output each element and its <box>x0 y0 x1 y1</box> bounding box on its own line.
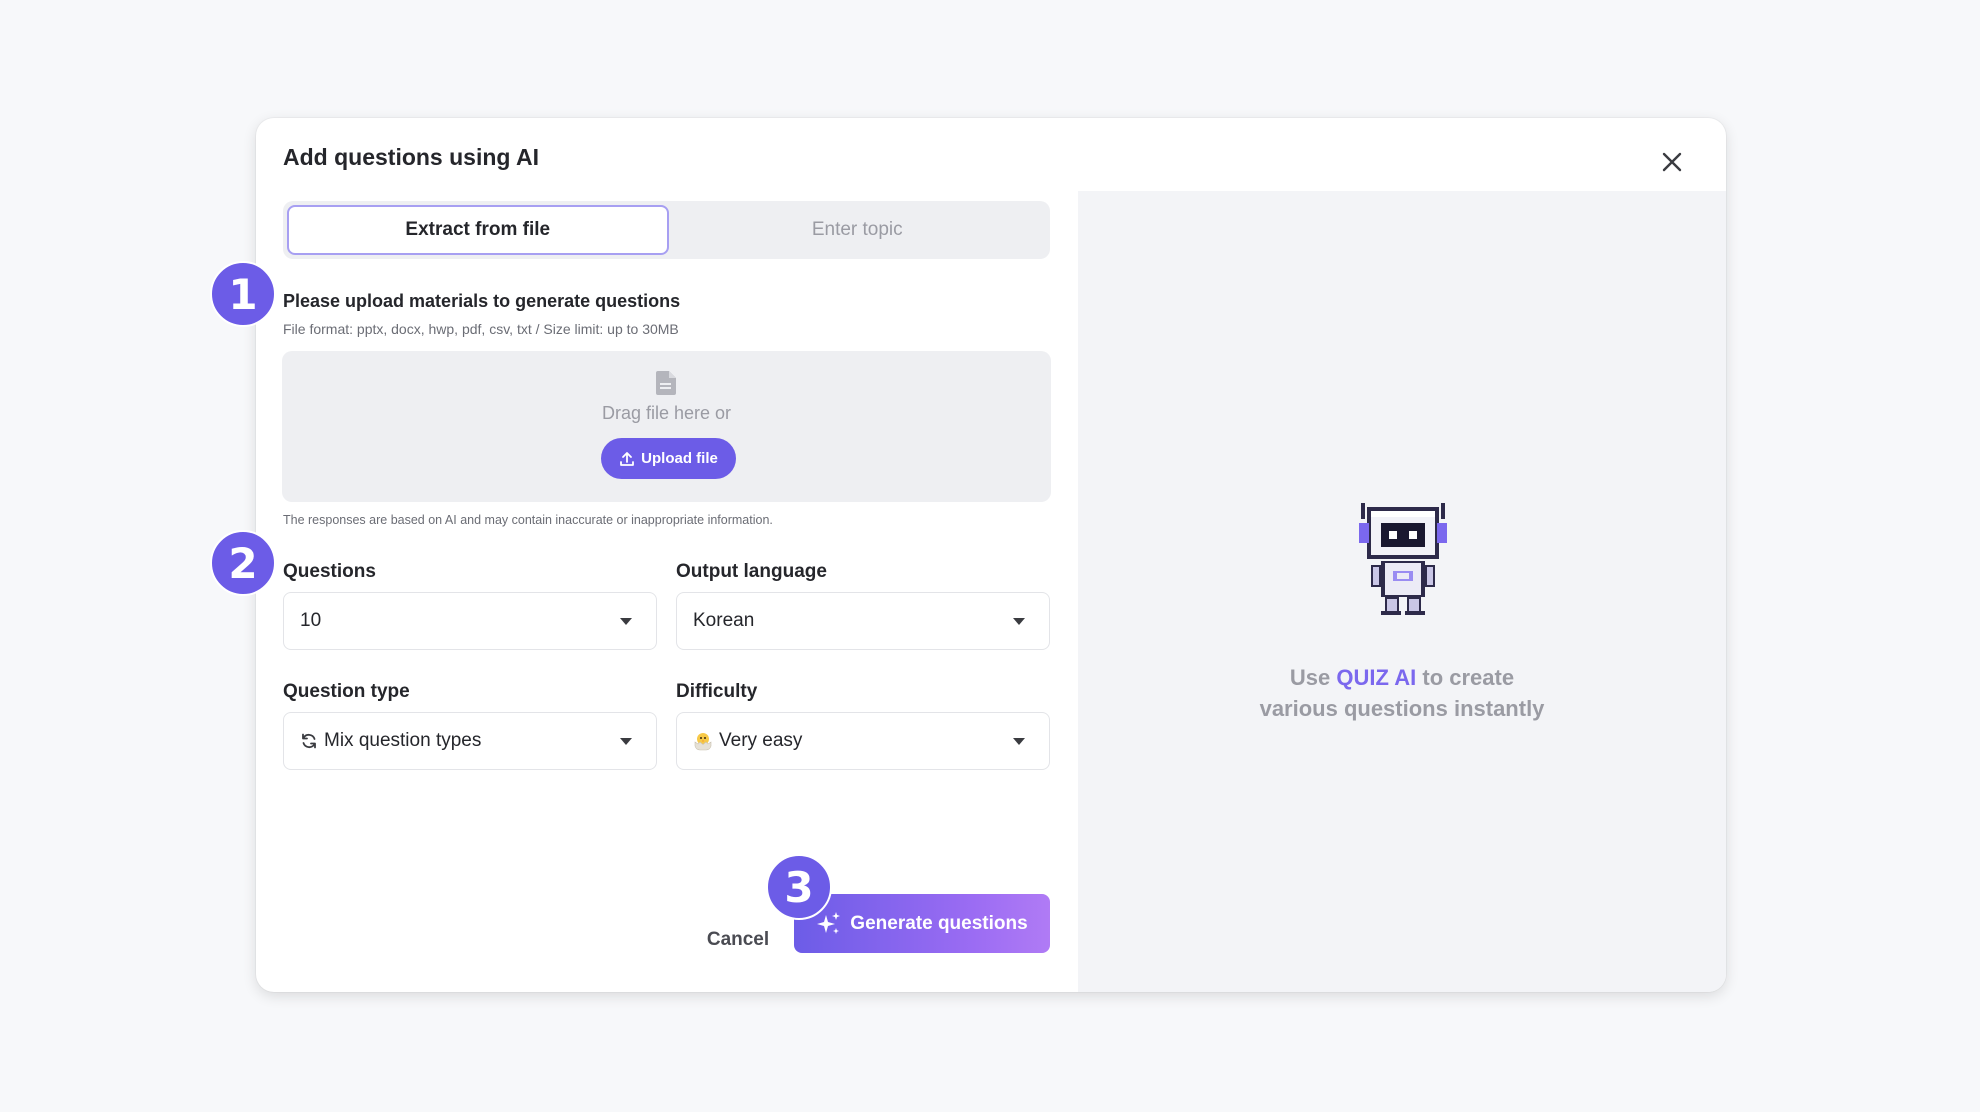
generate-questions-button[interactable]: Generate questions <box>794 894 1050 953</box>
questions-select[interactable]: 10 <box>283 592 657 650</box>
questions-label: Questions <box>283 561 376 582</box>
generate-questions-label: Generate questions <box>850 912 1028 934</box>
source-tabs: Extract from file Enter topic <box>283 201 1050 259</box>
question-type-select[interactable]: Mix question types <box>283 712 657 770</box>
refresh-icon <box>302 733 316 749</box>
upload-file-button[interactable]: Upload file <box>601 438 736 479</box>
promo-line-2: various questions instantly <box>1259 696 1545 721</box>
tab-extract-from-file[interactable]: Extract from file <box>287 205 669 255</box>
difficulty-label: Difficulty <box>676 681 758 702</box>
add-questions-dialog: Add questions using AI Extract from file… <box>256 118 1726 992</box>
step-badge-3: 3 <box>766 854 832 920</box>
output-language-value: Korean <box>693 610 755 631</box>
upload-file-label: Upload file <box>641 450 718 467</box>
chevron-down-icon <box>1013 617 1025 625</box>
upload-icon <box>620 451 635 466</box>
cancel-button[interactable]: Cancel <box>698 911 778 969</box>
difficulty-value: Very easy <box>719 730 803 751</box>
robot-mascot-icon <box>1359 503 1447 615</box>
sparkle-icon <box>817 911 841 934</box>
promo-text: Use QUIZ AI to create various questions … <box>1078 662 1726 724</box>
upload-section-title: Please upload materials to generate ques… <box>283 291 681 311</box>
difficulty-select[interactable]: Very easy <box>676 712 1050 770</box>
drag-file-text: Drag file here or <box>601 403 732 423</box>
upload-format-hint: File format: pptx, docx, hwp, pdf, csv, … <box>283 321 679 337</box>
promo-prefix: Use <box>1289 665 1337 690</box>
question-type-value: Mix question types <box>324 730 482 751</box>
step-badge-1: 1 <box>210 261 276 327</box>
chevron-down-icon <box>620 617 632 625</box>
dialog-title: Add questions using AI <box>283 144 539 170</box>
promo-suffix: to create <box>1416 665 1515 690</box>
ai-promo-panel: Use QUIZ AI to create various questions … <box>1078 191 1726 992</box>
tab-enter-topic[interactable]: Enter topic <box>669 205 1047 255</box>
hatching-chick-icon <box>694 733 712 751</box>
promo-brand: QUIZ AI <box>1336 665 1417 690</box>
file-icon <box>656 371 676 395</box>
question-type-label: Question type <box>283 681 410 702</box>
output-language-select[interactable]: Korean <box>676 592 1050 650</box>
close-button[interactable] <box>1658 148 1686 176</box>
chevron-down-icon <box>1013 737 1025 745</box>
ai-disclaimer: The responses are based on AI and may co… <box>283 513 773 527</box>
close-icon <box>1662 152 1682 172</box>
questions-value: 10 <box>300 610 322 631</box>
file-dropzone[interactable]: Drag file here or Upload file <box>282 351 1051 502</box>
output-language-label: Output language <box>676 561 827 582</box>
chevron-down-icon <box>620 737 632 745</box>
step-badge-2: 2 <box>210 530 276 596</box>
